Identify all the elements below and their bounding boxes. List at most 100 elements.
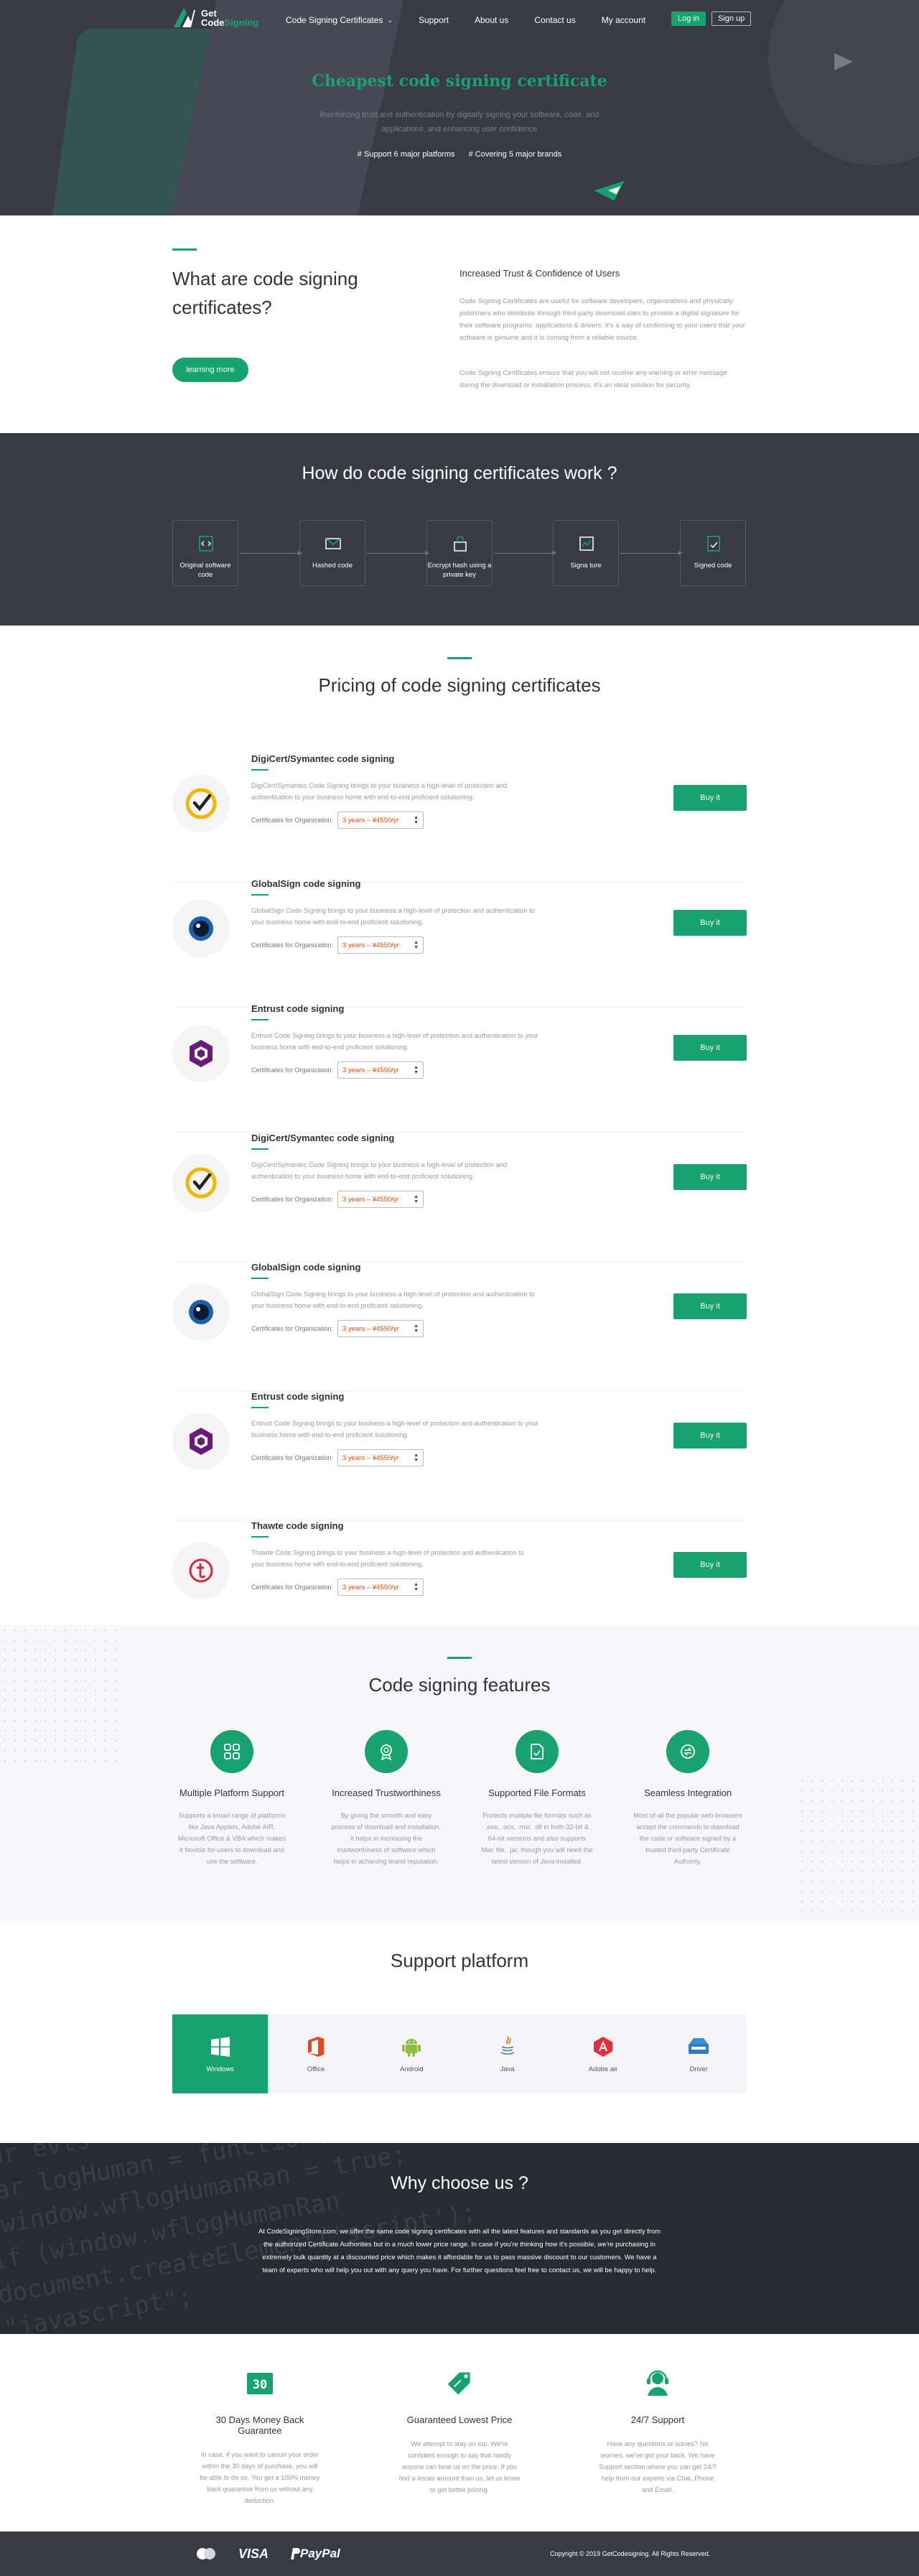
platform-tab-windows[interactable]: Windows — [172, 2014, 269, 2093]
login-button[interactable]: Log in — [671, 11, 706, 26]
product-desc: Entrust Code Signing brings to your busi… — [251, 1420, 538, 1438]
footer: VISA PayPal Copyright © 2019 GetCodesign… — [0, 2531, 919, 2576]
main-menu: Code Signing Certificates ⌄ Support About… — [286, 15, 671, 25]
flow-arrow — [494, 551, 556, 555]
features-section: Code signing features Multiple Platform … — [0, 1625, 919, 1921]
product-underline — [251, 1148, 269, 1150]
platform-tab-driver[interactable]: Driver — [651, 2014, 747, 2093]
feature-item: Seamless Integration Most of all the pop… — [623, 1730, 752, 1867]
hero-tag: # Support 6 major platforms — [357, 150, 455, 159]
guarantee-section: 30 30 Days Money Back Guarantee In case,… — [0, 2334, 919, 2531]
org-label: Certificates for Organization: — [251, 1066, 334, 1074]
platform-tab-office[interactable]: Office — [268, 2014, 363, 2093]
signup-button[interactable]: Sign up — [711, 11, 752, 26]
buy-button[interactable]: Buy it — [673, 1293, 747, 1319]
feature-title: Supported File Formats — [488, 1787, 586, 1798]
java-icon — [496, 2035, 519, 2058]
section-accent-bar — [447, 657, 472, 659]
buy-button[interactable]: Buy it — [673, 1552, 747, 1578]
buy-button[interactable]: Buy it — [673, 1035, 747, 1061]
top-nav: Get CodeSigning Code Signing Certificate… — [0, 0, 919, 40]
code-file-icon — [199, 536, 213, 552]
product-underline — [251, 769, 269, 771]
flow-arrow — [240, 551, 302, 555]
platform-label: Driver — [689, 2065, 708, 2073]
product-underline — [251, 1407, 269, 1408]
platform-tab-java[interactable]: Java — [460, 2014, 555, 2093]
guarantee-item: 24/7 Support Have any questions or issue… — [593, 2368, 722, 2496]
product-underline — [251, 1536, 269, 1538]
lock-icon — [454, 536, 467, 552]
support-platform-section: Support platform Windows Office Android … — [0, 1921, 919, 2143]
menu-item-support[interactable]: Support — [419, 15, 449, 25]
how-section: How do code signing certificates work ? … — [0, 433, 919, 626]
period-select-value: 3 years – ¥4550/yr — [342, 1066, 399, 1074]
platform-tab-android[interactable]: Android — [364, 2014, 460, 2093]
why-title: Why choose us ? — [391, 2173, 528, 2193]
menu-item-label: Code Signing Certificates — [286, 15, 383, 25]
platform-tab-adobe-air[interactable]: Adobe air — [555, 2014, 650, 2093]
thirty-days-icon: 30 — [246, 2368, 274, 2397]
product-row: Entrust code signing Entrust Code Signing… — [172, 1391, 747, 1520]
grid-icon — [210, 1730, 253, 1773]
menu-item-my-account[interactable]: My account — [602, 15, 645, 25]
entrust-hexagon-icon — [172, 1025, 230, 1082]
why-text: At CodeSigningStore.com, we offer the sa… — [258, 2227, 661, 2274]
what-paragraph: Code Signing Certificates are useful for… — [460, 297, 746, 342]
guarantee-item: Guaranteed Lowest Price We attempt to st… — [395, 2368, 524, 2496]
product-row: Entrust code signing Entrust Code Signing… — [172, 1003, 747, 1133]
site-logo[interactable]: Get CodeSigning — [172, 6, 258, 30]
learn-more-button[interactable]: learning more — [172, 358, 248, 382]
buy-button[interactable]: Buy it — [673, 1164, 747, 1190]
android-icon — [400, 2035, 423, 2058]
step-label: Encrypt hash using a private key — [427, 562, 492, 579]
buy-button[interactable]: Buy it — [673, 910, 747, 936]
product-name: Thawte code signing — [251, 1520, 344, 1531]
org-label: Certificates for Organization: — [251, 1325, 334, 1332]
product-row: DigiCert/Symantec code signing DigiCert/S… — [172, 753, 747, 883]
select-caret-icon: ▲ ▼ — [414, 940, 419, 950]
org-row: Certificates for Organization: 3 years – … — [251, 1061, 424, 1079]
period-select[interactable]: 3 years – ¥4550/yr ▲ ▼ — [337, 812, 424, 829]
product-underline — [251, 894, 269, 896]
period-select[interactable]: 3 years – ¥4550/yr ▲ ▼ — [337, 1449, 424, 1466]
step-label: Hashed code — [312, 562, 353, 569]
period-select[interactable]: 3 years – ¥4550/yr ▲ ▼ — [337, 1578, 424, 1596]
hero-title: Cheapest code signing certificate — [312, 72, 607, 90]
logo-text: Get CodeSigning — [201, 9, 258, 27]
product-desc: Thawte Code Signing brings to your busin… — [251, 1549, 524, 1568]
support-title: Support platform — [390, 1950, 529, 1971]
why-section: var evts = 'contextmenu dblclick drag dr… — [0, 2143, 919, 2334]
org-label: Certificates for Organization: — [251, 817, 334, 824]
price-tag-icon — [445, 2368, 474, 2397]
menu-item-about-us[interactable]: About us — [475, 15, 508, 25]
guarantee-desc: Have any questions or issues? No worries… — [599, 2440, 717, 2493]
logo-icon — [174, 8, 195, 27]
thirty-text: 30 — [253, 2378, 267, 2392]
org-label: Certificates for Organization: — [251, 1196, 334, 1203]
product-row: GlobalSign code signing GlobalSign Code S… — [172, 878, 747, 1008]
period-select[interactable]: 3 years – ¥4550/yr ▲ ▼ — [337, 1061, 424, 1079]
menu-item-code-signing-certificates[interactable]: Code Signing Certificates ⌄ — [286, 15, 393, 25]
product-name: Entrust code signing — [251, 1391, 345, 1402]
buy-button[interactable]: Buy it — [673, 785, 747, 811]
menu-item-contact-us[interactable]: Contact us — [534, 15, 575, 25]
period-select[interactable]: 3 years – ¥4550/yr ▲ ▼ — [337, 1191, 424, 1208]
product-desc: GlobalSign Code Signing brings to your b… — [251, 1291, 535, 1309]
period-select-value: 3 years – ¥4550/yr — [342, 1454, 399, 1462]
decor-dots — [797, 1776, 919, 1920]
menu-item-label: Support — [418, 15, 449, 25]
period-select[interactable]: 3 years – ¥4550/yr ▲ ▼ — [337, 1320, 424, 1337]
feature-title: Increased Trustworthiness — [332, 1787, 441, 1798]
period-select[interactable]: 3 years – ¥4550/yr ▲ ▼ — [337, 936, 424, 954]
period-select-value: 3 years – ¥4550/yr — [342, 941, 399, 949]
product-name: DigiCert/Symantec code signing — [251, 753, 395, 764]
integration-icon — [666, 1730, 709, 1773]
menu-item-label: Contact us — [534, 15, 576, 25]
feature-item: Increased Trustworthiness By giving the … — [322, 1730, 451, 1867]
guarantee-title: Guaranteed Lowest Price — [406, 2414, 513, 2425]
org-row: Certificates for Organization: 3 years – … — [251, 1578, 424, 1596]
product-name: GlobalSign code signing — [251, 878, 361, 889]
auth-buttons: Log in Sign up — [671, 11, 752, 26]
buy-button[interactable]: Buy it — [673, 1423, 747, 1449]
